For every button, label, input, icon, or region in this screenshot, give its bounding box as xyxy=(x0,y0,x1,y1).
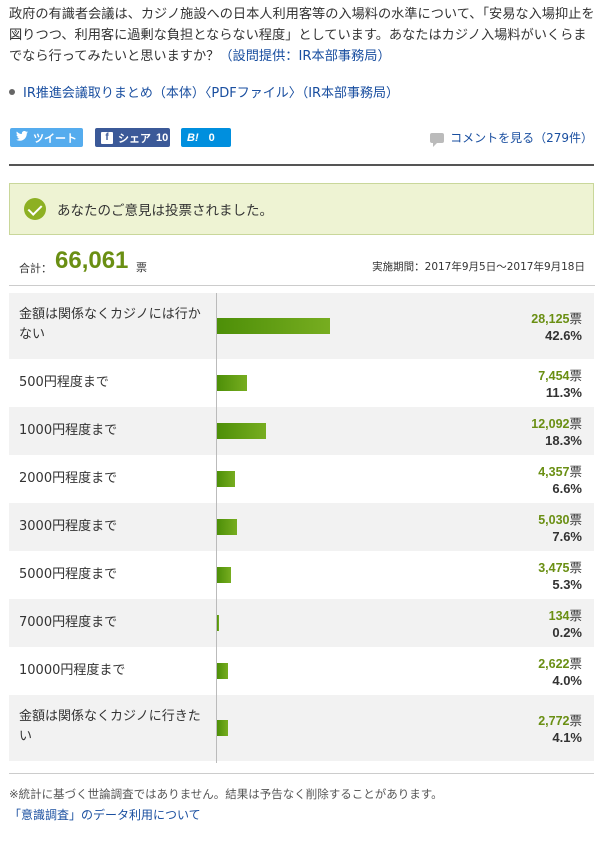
result-bar xyxy=(217,663,228,679)
section-divider xyxy=(9,164,594,166)
vote-count: 28,125票 xyxy=(531,308,582,327)
chart-axis-line xyxy=(216,293,217,763)
vote-percent: 0.2% xyxy=(552,625,582,640)
option-label: 金額は関係なくカジノには行かない xyxy=(19,307,201,342)
total-unit: 票 xyxy=(136,261,147,274)
hatena-bookmark-icon: B! xyxy=(187,131,199,144)
vote-percent: 42.6% xyxy=(545,328,582,343)
option-label: 10000円程度まで xyxy=(19,663,126,678)
vote-count: 12,092票 xyxy=(531,413,582,432)
vote-count-unit: 票 xyxy=(569,312,582,326)
vote-confirmation-text: あなたのご意見は投票されました。 xyxy=(57,203,273,219)
result-bar xyxy=(217,519,237,535)
vote-count: 2,772票 xyxy=(538,710,582,729)
document-link[interactable]: IR推進会議取りまとめ（本体）〈PDFファイル〉（IR本部事務局） xyxy=(23,82,399,101)
result-bar xyxy=(217,720,228,736)
vote-count: 3,475票 xyxy=(538,557,582,576)
vote-count-unit: 票 xyxy=(569,714,582,728)
result-row: 3000円程度まで 5,030票 7.6% xyxy=(9,503,594,551)
result-bar xyxy=(217,375,247,391)
vote-count-unit: 票 xyxy=(569,465,582,479)
vote-count-number: 7,454 xyxy=(538,369,570,383)
result-row: 金額は関係なくカジノには行かない 28,125票 42.6% xyxy=(9,293,594,359)
vote-summary: 合計： 66,061 票 実施期間：2017年9月5日〜2017年9月18日 xyxy=(9,243,595,286)
vote-count-number: 3,475 xyxy=(538,561,570,575)
result-row: 1000円程度まで 12,092票 18.3% xyxy=(9,407,594,455)
survey-question: 政府の有識者会議は、カジノ施設への日本人利用客等の入場料の水準について、「安易な… xyxy=(9,4,595,67)
vote-percent: 18.3% xyxy=(545,433,582,448)
option-label: 金額は関係なくカジノに行きたい xyxy=(19,709,201,744)
vote-count-number: 4,357 xyxy=(538,465,570,479)
result-row: 7000円程度まで 134票 0.2% xyxy=(9,599,594,647)
document-link-row[interactable]: IR推進会議取りまとめ（本体）〈PDFファイル〉（IR本部事務局） xyxy=(9,82,399,101)
result-bar xyxy=(217,318,330,334)
result-row: 5000円程度まで 3,475票 5.3% xyxy=(9,551,594,599)
vote-count-number: 12,092 xyxy=(531,417,570,431)
vote-percent: 7.6% xyxy=(552,529,582,544)
vote-confirmation-banner: あなたのご意見は投票されました。 xyxy=(9,183,594,235)
result-row: 10000円程度まで 2,622票 4.0% xyxy=(9,647,594,695)
vote-count-number: 134 xyxy=(548,609,570,623)
result-row: 500円程度まで 7,454票 11.3% xyxy=(9,359,594,407)
vote-percent: 6.6% xyxy=(552,481,582,496)
survey-period: 実施期間：2017年9月5日〜2017年9月18日 xyxy=(372,261,585,273)
vote-count-number: 2,772 xyxy=(538,714,570,728)
bullet-icon xyxy=(9,88,15,95)
vote-count-unit: 票 xyxy=(569,609,582,623)
results-chart: 金額は関係なくカジノには行かない 28,125票 42.6% 500円程度まで 7,45… xyxy=(9,293,594,761)
question-source-link[interactable]: （設問提供：IR本部事務局） xyxy=(219,49,390,64)
result-bar xyxy=(217,423,266,439)
vote-count-unit: 票 xyxy=(569,657,582,671)
option-label: 500円程度まで xyxy=(19,375,109,390)
tweet-label: ツイート xyxy=(33,132,77,145)
vote-percent: 4.1% xyxy=(552,730,582,745)
vote-percent: 11.3% xyxy=(545,385,582,400)
facebook-icon: f xyxy=(101,131,113,144)
vote-count-unit: 票 xyxy=(569,513,582,527)
total-label: 合計： xyxy=(19,262,52,275)
vote-count: 134票 xyxy=(549,605,582,624)
vote-count: 4,357票 xyxy=(538,461,582,480)
twitter-bird-icon xyxy=(16,130,28,144)
option-label: 7000円程度まで xyxy=(19,615,118,630)
vote-count: 7,454票 xyxy=(538,365,582,384)
result-bar xyxy=(217,471,235,487)
hatena-bookmark-button[interactable]: B! 0 xyxy=(181,128,231,147)
option-label: 5000円程度まで xyxy=(19,567,118,582)
option-label: 1000円程度まで xyxy=(19,423,118,438)
facebook-share-button[interactable]: f シェア 10 xyxy=(95,128,170,147)
option-label: 2000円程度まで xyxy=(19,471,118,486)
disclaimer-note: ※統計に基づく世論調査ではありません。結果は予告なく削除することがあります。 xyxy=(9,787,443,801)
comments-link[interactable]: コメントを見る（279件） xyxy=(450,129,593,146)
tweet-button[interactable]: ツイート xyxy=(10,128,83,147)
result-row: 金額は関係なくカジノに行きたい 2,772票 4.1% xyxy=(9,695,594,761)
vote-count-number: 5,030 xyxy=(538,513,570,527)
vote-count-number: 2,622 xyxy=(538,657,570,671)
vote-count: 5,030票 xyxy=(538,509,582,528)
result-bar xyxy=(217,615,219,631)
vote-percent: 5.3% xyxy=(552,577,582,592)
checkmark-icon xyxy=(24,198,46,220)
result-row: 2000円程度まで 4,357票 6.6% xyxy=(9,455,594,503)
vote-count-unit: 票 xyxy=(569,417,582,431)
facebook-share-count: 10 xyxy=(156,131,169,144)
vote-percent: 4.0% xyxy=(552,673,582,688)
data-usage-link[interactable]: 「意識調査」のデータ利用について xyxy=(9,806,201,823)
hatena-bookmark-count: 0 xyxy=(208,131,215,144)
vote-count-unit: 票 xyxy=(569,561,582,575)
vote-count: 2,622票 xyxy=(538,653,582,672)
comments-link-row[interactable]: コメントを見る（279件） xyxy=(430,129,593,147)
total-votes: 66,061 xyxy=(55,247,129,274)
vote-count-unit: 票 xyxy=(569,369,582,383)
option-label: 3000円程度まで xyxy=(19,519,118,534)
results-bottom-divider xyxy=(9,773,594,774)
comment-bubble-icon xyxy=(430,132,445,147)
vote-count-number: 28,125 xyxy=(531,312,570,326)
facebook-share-label: シェア xyxy=(118,132,151,145)
result-bar xyxy=(217,567,231,583)
